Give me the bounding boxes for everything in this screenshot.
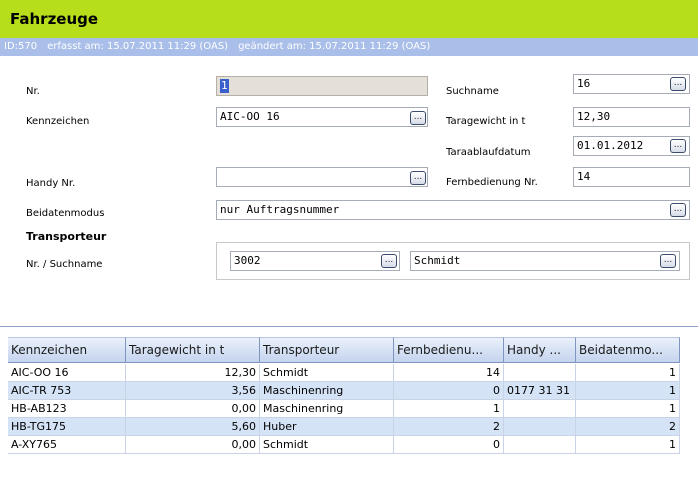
title-bar: Fahrzeuge bbox=[0, 0, 698, 38]
cell-transporteur[interactable]: Maschinenring bbox=[260, 400, 394, 418]
vehicle-form: Nr. 1 Kennzeichen AIC-OO 16 ... Handy Nr… bbox=[0, 56, 698, 326]
cell-kennzeichen[interactable]: HB-TG175 bbox=[8, 418, 126, 436]
nr-field[interactable]: 1 bbox=[216, 76, 428, 96]
column-header-transporteur[interactable]: Transporteur bbox=[260, 337, 394, 363]
transporteur-name-lookup-button[interactable]: ... bbox=[660, 254, 676, 268]
taragewicht-label: Taragewicht in t bbox=[446, 116, 526, 127]
column-header-fernbedienung[interactable]: Fernbedienu... bbox=[394, 337, 504, 363]
cell-beidaten[interactable]: 1 bbox=[576, 400, 680, 418]
cell-transporteur[interactable]: Schmidt bbox=[260, 364, 394, 382]
column-header-handy[interactable]: Handy ... bbox=[504, 337, 576, 363]
transporteur-name-field[interactable]: Schmidt bbox=[410, 251, 680, 271]
cell-fernbedienung[interactable]: 0 bbox=[394, 436, 504, 454]
cell-kennzeichen[interactable]: A-XY765 bbox=[8, 436, 126, 454]
cell-taragewicht[interactable]: 0,00 bbox=[126, 436, 260, 454]
nr-label: Nr. bbox=[26, 86, 40, 97]
handy-lookup-button[interactable]: ... bbox=[410, 171, 426, 185]
transporteur-nr-lookup-button[interactable]: ... bbox=[381, 254, 397, 268]
kennzeichen-label: Kennzeichen bbox=[26, 116, 90, 127]
cell-taragewicht[interactable]: 12,30 bbox=[126, 364, 260, 382]
taraablauf-date-button[interactable]: ... bbox=[670, 139, 686, 153]
cell-fernbedienung[interactable]: 0 bbox=[394, 382, 504, 400]
column-header-kennzeichen[interactable]: Kennzeichen bbox=[8, 337, 126, 363]
record-created: erfasst am: 15.07.2011 11:29 (OAS) bbox=[47, 41, 229, 52]
record-id: ID:570 bbox=[4, 41, 38, 52]
cell-handy[interactable]: 0177 31 31 bbox=[504, 382, 576, 400]
cell-kennzeichen[interactable]: AIC-OO 16 bbox=[8, 364, 126, 382]
beidaten-field[interactable]: nur Auftragsnummer bbox=[216, 200, 690, 220]
vehicle-grid: Kennzeichen Taragewicht in t Transporteu… bbox=[0, 326, 698, 477]
beidaten-label: Beidatenmodus bbox=[26, 208, 105, 219]
beidaten-lookup-button[interactable]: ... bbox=[670, 203, 686, 217]
nr-value: 1 bbox=[220, 79, 229, 93]
cell-fernbedienung[interactable]: 14 bbox=[394, 364, 504, 382]
cell-kennzeichen[interactable]: AIC-TR 753 bbox=[8, 382, 126, 400]
transporteur-nr-field[interactable]: 3002 bbox=[230, 251, 400, 271]
kennzeichen-field[interactable]: AIC-OO 16 bbox=[216, 107, 428, 127]
kennzeichen-lookup-button[interactable]: ... bbox=[410, 111, 426, 125]
cell-handy[interactable] bbox=[504, 436, 576, 454]
cell-beidaten[interactable]: 1 bbox=[576, 436, 680, 454]
column-header-taragewicht[interactable]: Taragewicht in t bbox=[126, 337, 260, 363]
record-info-bar: ID:570 erfasst am: 15.07.2011 11:29 (OAS)… bbox=[0, 38, 698, 56]
transporteur-nr-label: Nr. / Suchname bbox=[26, 259, 103, 270]
handy-field[interactable] bbox=[216, 167, 428, 187]
transporteur-section-title: Transporteur bbox=[26, 230, 107, 243]
cell-transporteur[interactable]: Schmidt bbox=[260, 436, 394, 454]
cell-fernbedienung[interactable]: 1 bbox=[394, 400, 504, 418]
cell-taragewicht[interactable]: 3,56 bbox=[126, 382, 260, 400]
handy-label: Handy Nr. bbox=[26, 178, 76, 189]
taraablauf-label: Taraablaufdatum bbox=[446, 147, 531, 158]
cell-handy[interactable] bbox=[504, 364, 576, 382]
suchname-lookup-button[interactable]: ... bbox=[670, 77, 686, 91]
cell-taragewicht[interactable]: 5,60 bbox=[126, 418, 260, 436]
fernbedienung-field[interactable]: 14 bbox=[573, 167, 690, 187]
cell-taragewicht[interactable]: 0,00 bbox=[126, 400, 260, 418]
cell-beidaten[interactable]: 1 bbox=[576, 364, 680, 382]
suchname-label: Suchname bbox=[446, 86, 499, 97]
cell-beidaten[interactable]: 1 bbox=[576, 382, 680, 400]
column-header-beidaten[interactable]: Beidatenmo... bbox=[576, 337, 680, 363]
cell-handy[interactable] bbox=[504, 418, 576, 436]
cell-kennzeichen[interactable]: HB-AB123 bbox=[8, 400, 126, 418]
page-title: Fahrzeuge bbox=[10, 10, 99, 28]
cell-handy[interactable] bbox=[504, 400, 576, 418]
cell-transporteur[interactable]: Huber bbox=[260, 418, 394, 436]
cell-transporteur[interactable]: Maschinenring bbox=[260, 382, 394, 400]
fernbedienung-label: Fernbedienung Nr. bbox=[446, 177, 538, 188]
cell-beidaten[interactable]: 2 bbox=[576, 418, 680, 436]
taragewicht-field[interactable]: 12,30 bbox=[573, 107, 690, 127]
record-changed: geändert am: 15.07.2011 11:29 (OAS) bbox=[238, 41, 431, 52]
cell-fernbedienung[interactable]: 2 bbox=[394, 418, 504, 436]
